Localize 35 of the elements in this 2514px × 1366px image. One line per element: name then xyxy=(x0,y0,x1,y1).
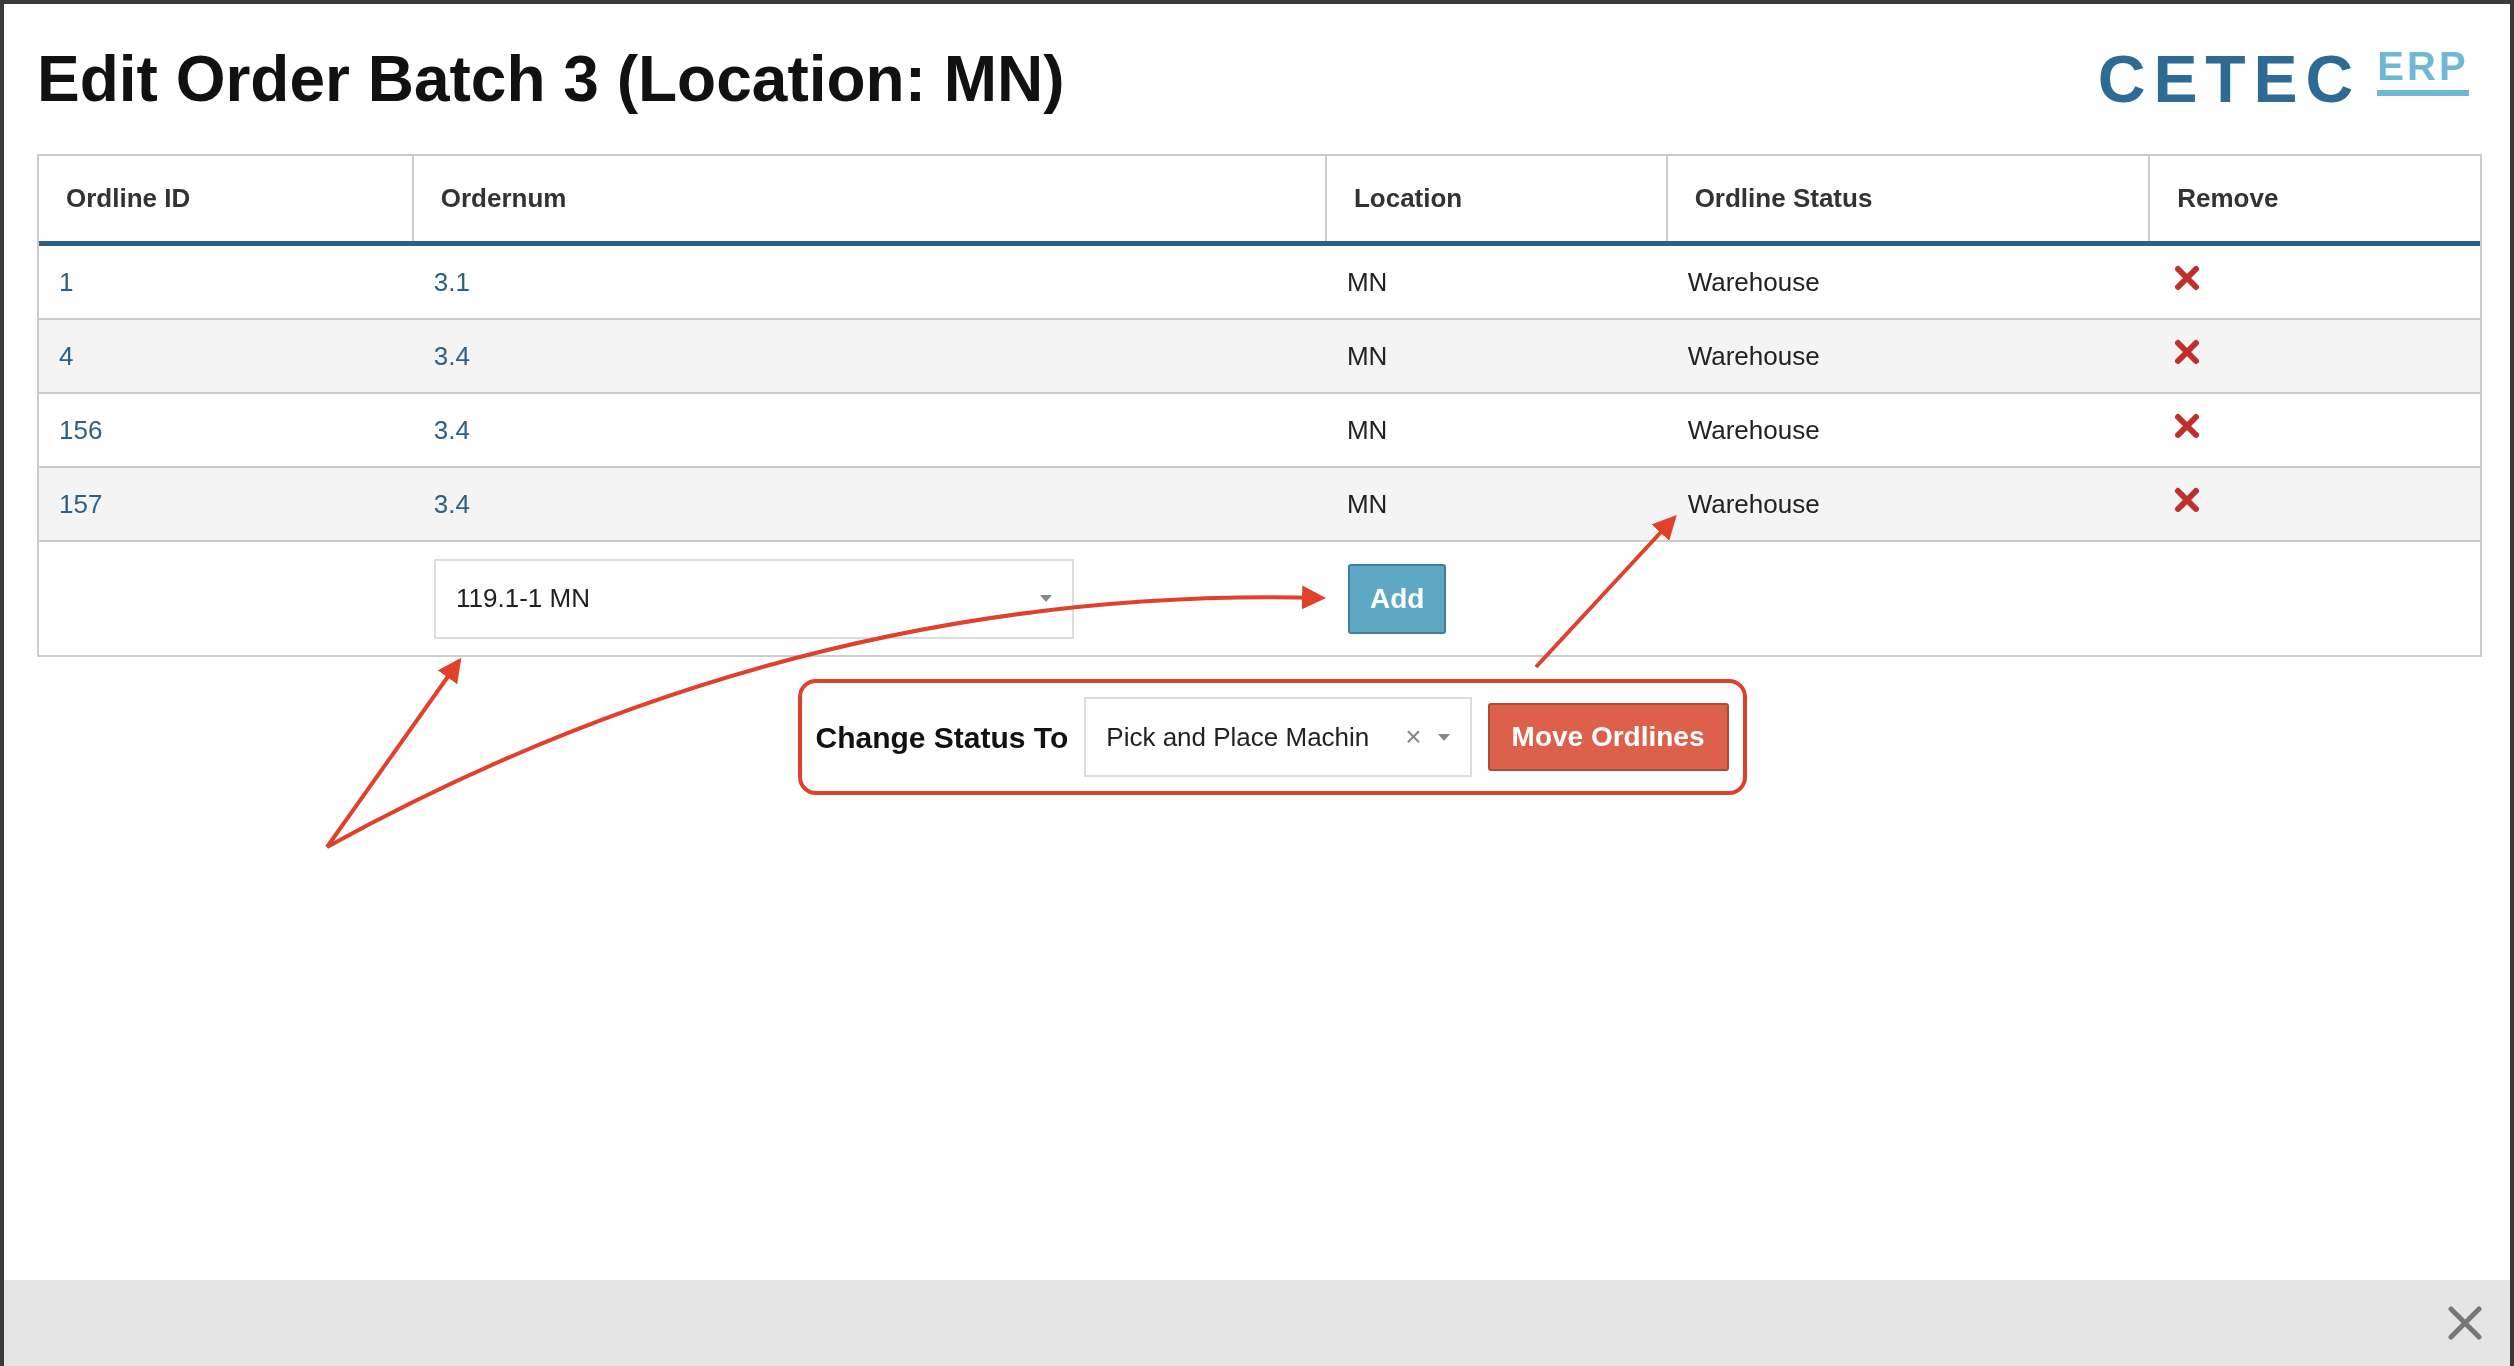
clear-icon[interactable]: × xyxy=(1405,716,1422,758)
table-cell-text: MN xyxy=(1346,265,1388,299)
dialog-title: Edit Order Batch 3 (Location: MN) xyxy=(37,42,1065,117)
column-header: Remove xyxy=(2176,182,2280,215)
ordline-id-link[interactable]: 4 xyxy=(59,336,74,376)
remove-icon[interactable] xyxy=(2174,487,2201,513)
ordernum-link[interactable]: 3.4 xyxy=(433,410,470,450)
dropdown-caret-icon xyxy=(1437,733,1450,741)
move-ordlines-button[interactable]: Move Ordlines xyxy=(1487,703,1729,771)
table-cell-text: Warehouse xyxy=(1687,339,1820,373)
table-cell-text: Warehouse xyxy=(1687,265,1820,299)
table-cell-text: MN xyxy=(1346,413,1388,447)
remove-icon[interactable] xyxy=(2174,339,2201,365)
close-icon[interactable] xyxy=(2448,1306,2482,1340)
column-header: Ordline Status xyxy=(1667,156,2151,241)
logo: CETEC ERP xyxy=(2097,46,2470,112)
table-cell-text: MN xyxy=(1346,487,1388,521)
remove-icon[interactable] xyxy=(2174,413,2201,439)
ordline-id-link[interactable]: 1 xyxy=(59,262,74,302)
ordernum-link[interactable]: 3.4 xyxy=(433,484,470,524)
table-cell-text: Warehouse xyxy=(1687,413,1820,447)
change-status-label: Change Status To xyxy=(815,719,1069,756)
table-cell-text: MN xyxy=(1346,339,1388,373)
ordline-id-link[interactable]: 157 xyxy=(59,484,103,524)
column-header: Location xyxy=(1326,156,1668,241)
ordline-id-link[interactable]: 156 xyxy=(59,410,103,450)
ordernum-link[interactable]: 3.4 xyxy=(433,336,470,376)
ordernum-select[interactable]: 119.1-1 MN xyxy=(434,558,1074,639)
column-header: Ordernum xyxy=(413,156,1327,241)
status-select[interactable]: Pick and Place Machin × xyxy=(1084,697,1472,777)
table-cell-text: Warehouse xyxy=(1687,487,1820,521)
dropdown-caret-icon xyxy=(1040,595,1052,602)
column-header: Ordline ID xyxy=(39,156,414,241)
ordernum-link[interactable]: 3.1 xyxy=(433,262,470,302)
remove-icon[interactable] xyxy=(2174,265,2201,291)
